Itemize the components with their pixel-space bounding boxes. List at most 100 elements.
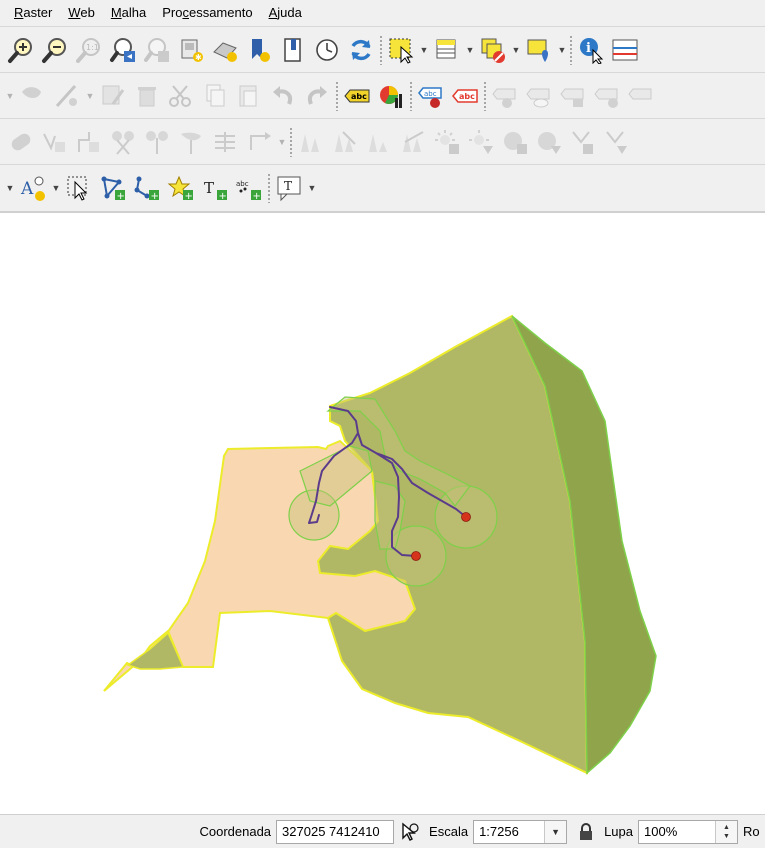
add-ring-button[interactable]: [72, 125, 106, 159]
delete-selected-button[interactable]: [130, 79, 164, 113]
show-bookmarks-icon: [213, 41, 237, 62]
polygon-annotation-button[interactable]: +: [96, 171, 130, 205]
spin-arrows-icon[interactable]: ▲ ▼: [715, 820, 737, 843]
annotations-dropdown-left[interactable]: ▼: [4, 171, 16, 205]
chevron-down-icon[interactable]: ▼: [544, 820, 567, 843]
zoom-last-button[interactable]: [106, 33, 140, 67]
select-features-dropdown[interactable]: ▼: [418, 33, 430, 67]
split-parts-button[interactable]: [140, 125, 174, 159]
redo-button[interactable]: [300, 79, 334, 113]
menu-processamento[interactable]: Processamento: [154, 0, 260, 26]
copy-features-button[interactable]: [198, 79, 232, 113]
deselect-features-button[interactable]: [476, 33, 510, 67]
coordinate-label: Coordenada: [199, 824, 272, 839]
line-text-annotation-button[interactable]: abc +: [232, 171, 266, 205]
offset-curve-button[interactable]: [328, 125, 362, 159]
menu-web[interactable]: Web: [60, 0, 103, 26]
edit-attributes-button[interactable]: [96, 79, 130, 113]
zoom-out-button[interactable]: [38, 33, 72, 67]
zoom-next-button[interactable]: [140, 33, 174, 67]
coordinate-field[interactable]: 327025 7412410: [276, 819, 395, 844]
undo-button[interactable]: [266, 79, 300, 113]
snap-line-alt-button[interactable]: [600, 125, 634, 159]
outlet-point-east[interactable]: [461, 512, 471, 522]
label-pin-icon: abc: [418, 86, 442, 108]
select-location-dropdown[interactable]: ▼: [556, 33, 568, 67]
cut-features-button[interactable]: [164, 79, 198, 113]
polygon-edit-icon: [22, 86, 41, 98]
edit-polygon-button[interactable]: [16, 79, 50, 113]
mouse-coordinate-toggle[interactable]: [394, 820, 424, 844]
label-tool-change-button[interactable]: [590, 79, 624, 113]
text-box-dropdown[interactable]: ▼: [306, 171, 318, 205]
rotation-label: Ro: [743, 824, 760, 839]
refresh-button[interactable]: [344, 33, 378, 67]
menu-raster[interactable]: Raster: [6, 0, 60, 26]
highlight-labels-button[interactable]: abc: [448, 79, 482, 113]
select-annotation-button[interactable]: [62, 171, 96, 205]
open-attribute-table-button[interactable]: [430, 33, 464, 67]
reverse-line-button[interactable]: [362, 125, 396, 159]
label-tool-show-button[interactable]: [522, 79, 556, 113]
snap-vertex-button[interactable]: [430, 125, 464, 159]
layer-diagram-button[interactable]: [374, 79, 408, 113]
simplify-button[interactable]: [38, 125, 72, 159]
trim-extend-icon: [403, 130, 424, 152]
pin-labels-button[interactable]: abc: [414, 79, 448, 113]
label-tool-extra-button[interactable]: [624, 79, 658, 113]
snap-area-button[interactable]: [498, 125, 532, 159]
scale-combobox[interactable]: 1:7256 ▼: [473, 819, 568, 844]
attribute-table-dropdown[interactable]: ▼: [464, 33, 476, 67]
tile-scale-button[interactable]: [242, 33, 276, 67]
move-feature-button[interactable]: [4, 125, 38, 159]
snap-area-alt-button[interactable]: [532, 125, 566, 159]
text-box-annotation-button[interactable]: T: [272, 171, 306, 205]
point-text-annotation-button[interactable]: T +: [198, 171, 232, 205]
clock-icon: [316, 38, 338, 61]
label-tool-move-button[interactable]: [488, 79, 522, 113]
magnifier-spinbox[interactable]: 100% ▲ ▼: [638, 819, 738, 844]
map-svg[interactable]: [0, 213, 765, 815]
select-location-button[interactable]: [522, 33, 556, 67]
label-tool-rotate-button[interactable]: [556, 79, 590, 113]
split-icon: [112, 130, 134, 155]
reshape-button[interactable]: [294, 125, 328, 159]
map-canvas[interactable]: [0, 212, 765, 814]
text-annotation-dropdown[interactable]: ▼: [50, 171, 62, 205]
marker-annotation-button[interactable]: +: [164, 171, 198, 205]
bookmark-manager-button[interactable]: [276, 33, 310, 67]
digitize-dropdown[interactable]: ▼: [4, 79, 16, 113]
merge-features-button[interactable]: [174, 125, 208, 159]
rotate-point-dropdown[interactable]: ▼: [276, 125, 288, 159]
zoom-in-button[interactable]: [4, 33, 38, 67]
trim-extend-button[interactable]: [396, 125, 430, 159]
menu-malha[interactable]: Malha: [103, 0, 154, 26]
layer-labeling-button[interactable]: abc: [340, 79, 374, 113]
measure-button[interactable]: [608, 33, 642, 67]
identify-features-button[interactable]: i: [574, 33, 608, 67]
select-features-button[interactable]: [384, 33, 418, 67]
line-annotation-icon: +: [134, 176, 159, 202]
snap-line-button[interactable]: [566, 125, 600, 159]
svg-text:i: i: [586, 41, 591, 56]
outlet-point-south[interactable]: [411, 551, 421, 561]
zoom-native-button[interactable]: 1:1: [72, 33, 106, 67]
temporal-controller-button[interactable]: [310, 33, 344, 67]
line-annotation-button[interactable]: +: [130, 171, 164, 205]
vertex-tool-dropdown[interactable]: ▼: [84, 79, 96, 113]
paste-features-button[interactable]: [232, 79, 266, 113]
show-bookmarks-button[interactable]: [208, 33, 242, 67]
menu-ajuda[interactable]: Ajuda: [261, 0, 310, 26]
split-features-button[interactable]: [106, 125, 140, 159]
vertex-tool-button[interactable]: [50, 79, 84, 113]
rotate-point-button[interactable]: [242, 125, 276, 159]
snap-segment-button[interactable]: [464, 125, 498, 159]
merge-attributes-button[interactable]: [208, 125, 242, 159]
label-move-icon: [492, 88, 516, 108]
select-location-icon: [527, 39, 548, 62]
deselect-dropdown[interactable]: ▼: [510, 33, 522, 67]
new-bookmark-button[interactable]: ✱: [174, 33, 208, 67]
text-annotation-button[interactable]: A: [16, 171, 50, 205]
lock-scale-toggle[interactable]: [573, 820, 599, 844]
funnel-snap-alt-icon: [606, 130, 627, 154]
